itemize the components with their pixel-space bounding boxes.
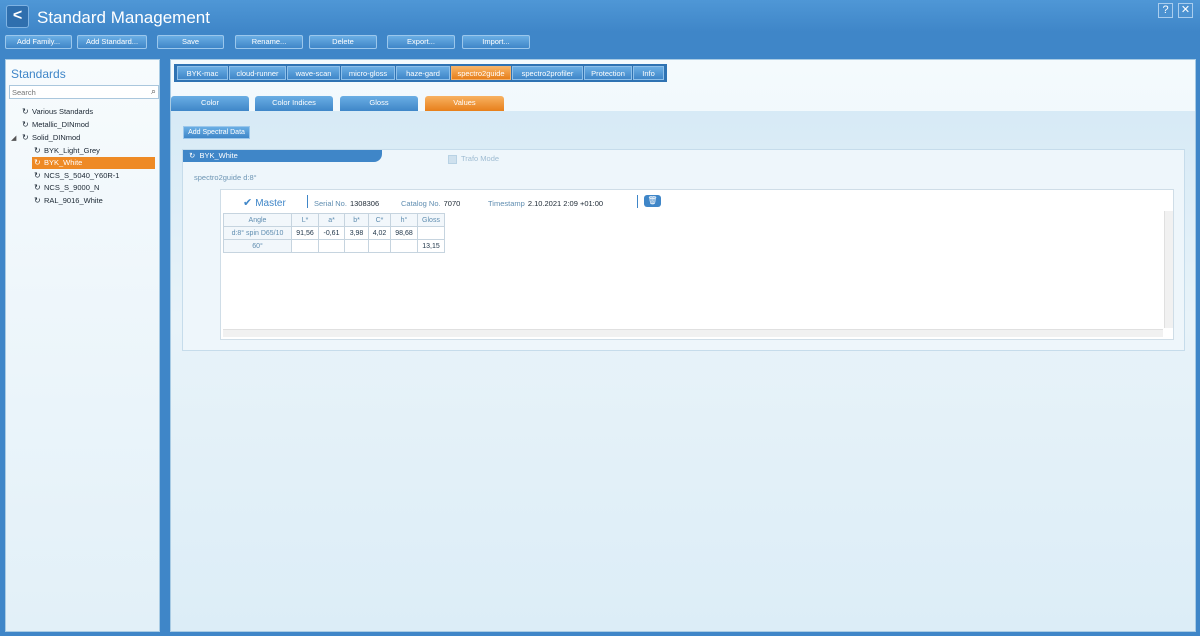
title-bar: < Standard Management ? ✕ (0, 0, 1200, 32)
checkmark-icon: ✔ (243, 197, 253, 209)
search-input[interactable] (12, 86, 142, 98)
tree-item-metallic-dinmod[interactable]: ↻ Metallic_DINmod (22, 119, 89, 131)
tab-protection[interactable]: Protection (584, 66, 632, 80)
back-button[interactable]: < (6, 5, 29, 28)
values-content: Add Spectral Data ↻ BYK_White Trafo Mode… (171, 111, 1195, 631)
help-icon: ? (1162, 4, 1169, 16)
tab-byk-mac[interactable]: BYK-mac (177, 66, 228, 80)
tree-item-various-standards[interactable]: ↻ Various Standards (22, 106, 93, 118)
timestamp: Timestamp 2.10.2021 2:09 +01:00 (488, 199, 604, 208)
standard-icon: ↻ (34, 196, 41, 205)
tree-item-solid-dinmod[interactable]: ↻ Solid_DINmod (22, 132, 80, 144)
standards-panel: Standards ⌕ ↻Various Standards ↻Metallic… (5, 59, 160, 632)
table-cell: 91,56 (291, 226, 319, 240)
standard-box: ↻ BYK_White Trafo Mode spectro2guide d:8… (182, 149, 1185, 351)
device-tab-bar: BYK-mac cloud-runner wave-scan micro-glo… (174, 64, 667, 82)
table-header-row: Angle L* a* b* C* h° Gloss (223, 213, 445, 227)
divider (637, 195, 638, 208)
chevron-left-icon: < (12, 7, 23, 24)
table-cell: -0,61 (318, 226, 345, 240)
column-header: b* (344, 213, 369, 227)
table-row: 60° 13,15 (223, 239, 445, 253)
tree-item-ral-9016[interactable]: ↻ RAL_9016_White (34, 195, 103, 207)
import-button[interactable]: Import... (462, 35, 530, 49)
tree-item-ncs-s-9000[interactable]: ↻ NCS_S_9000_N (34, 182, 99, 194)
divider (307, 195, 308, 208)
subtab-color[interactable]: Color (171, 96, 249, 111)
column-header: Angle (223, 213, 292, 227)
table-cell (318, 239, 345, 253)
table-cell: 98,68 (390, 226, 418, 240)
tab-micro-gloss[interactable]: micro-gloss (341, 66, 395, 80)
tab-haze-gard[interactable]: haze-gard (396, 66, 450, 80)
column-header: Gloss (417, 213, 445, 227)
app-title: Standard Management (37, 8, 210, 27)
trafo-mode-checkbox[interactable]: Trafo Mode (448, 154, 499, 164)
table-cell: d:8° spin D65/10 (223, 226, 292, 240)
standard-icon: ↻ (189, 151, 200, 160)
standard-header[interactable]: ↻ BYK_White (183, 150, 382, 162)
values-table: Angle L* a* b* C* h° Gloss d:8° spin D65… (223, 213, 445, 253)
search-box[interactable]: ⌕ (9, 85, 159, 99)
vertical-scrollbar[interactable] (1164, 211, 1173, 328)
table-cell: 60° (223, 239, 292, 253)
table-row: d:8° spin D65/10 91,56 -0,61 3,98 4,02 9… (223, 226, 445, 240)
save-button[interactable]: Save (157, 35, 224, 49)
add-spectral-data-button[interactable]: Add Spectral Data (183, 126, 250, 139)
standard-icon: ↻ (22, 107, 29, 116)
delete-measurement-button[interactable]: 🗑 (644, 195, 661, 207)
panel-title: Standards (11, 67, 66, 81)
expand-toggle-icon[interactable]: ◢ (11, 134, 16, 142)
trash-icon: 🗑 (647, 196, 658, 205)
tree-item-ncs-s-5040[interactable]: ↻ NCS_S_5040_Y60R-1 (34, 170, 119, 182)
delete-button[interactable]: Delete (309, 35, 377, 49)
standard-icon: ↻ (22, 120, 29, 129)
standard-icon: ↻ (34, 146, 41, 155)
subtab-values[interactable]: Values (425, 96, 504, 111)
standard-icon: ↻ (34, 158, 41, 167)
add-family-button[interactable]: Add Family... (5, 35, 72, 49)
subtab-color-indices[interactable]: Color Indices (255, 96, 333, 111)
tab-info[interactable]: Info (633, 66, 664, 80)
checkbox-icon[interactable] (448, 154, 457, 164)
measurement-card: ✔ Master Serial No. 1308306 Catalog No. 707… (220, 189, 1174, 340)
help-button[interactable]: ? (1158, 3, 1173, 18)
table-cell (344, 239, 369, 253)
table-cell: 4,02 (368, 226, 391, 240)
tree-item-byk-white[interactable]: ↻ BYK_White (32, 157, 155, 169)
tab-cloud-runner[interactable]: cloud-runner (229, 66, 286, 80)
standard-icon: ↻ (22, 133, 29, 142)
rename-button[interactable]: Rename... (235, 35, 303, 49)
horizontal-scrollbar[interactable] (223, 329, 1163, 337)
catalog-number: Catalog No. 7070 (401, 199, 461, 208)
table-cell (368, 239, 391, 253)
column-header: a* (318, 213, 345, 227)
table-cell: 3,98 (344, 226, 369, 240)
column-header: C* (368, 213, 391, 227)
serial-number: Serial No. 1308306 (314, 199, 380, 208)
main-panel: BYK-mac cloud-runner wave-scan micro-glo… (170, 59, 1196, 632)
tab-spectro2guide[interactable]: spectro2guide (451, 66, 511, 80)
table-cell (417, 226, 445, 240)
master-label: ✔ Master (243, 197, 286, 209)
search-icon[interactable]: ⌕ (151, 86, 156, 97)
export-button[interactable]: Export... (387, 35, 455, 49)
tab-spectro2profiler[interactable]: spectro2profiler (512, 66, 583, 80)
add-standard-button[interactable]: Add Standard... (77, 35, 147, 49)
table-cell (390, 239, 418, 253)
table-cell (291, 239, 319, 253)
column-header: L* (291, 213, 319, 227)
tab-wave-scan[interactable]: wave-scan (287, 66, 340, 80)
close-icon: ✕ (1180, 4, 1191, 16)
device-label: spectro2guide d:8° (194, 173, 257, 182)
subtab-gloss[interactable]: Gloss (340, 96, 418, 111)
close-button[interactable]: ✕ (1178, 3, 1193, 18)
standard-icon: ↻ (34, 171, 41, 180)
column-header: h° (390, 213, 418, 227)
tree-item-byk-light-grey[interactable]: ↻ BYK_Light_Grey (34, 145, 100, 157)
table-cell: 13,15 (417, 239, 445, 253)
standard-icon: ↻ (34, 183, 41, 192)
